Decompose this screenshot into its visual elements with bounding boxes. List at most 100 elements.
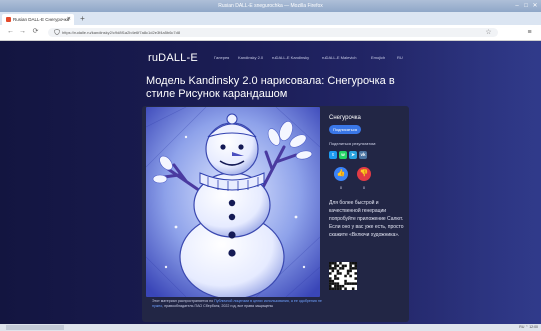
whatsapp-icon[interactable]: w [339,151,347,159]
qr-module [334,262,337,265]
qr-module [331,287,335,290]
share-label: Поделиться результатом: [329,141,377,146]
qr-module [334,287,337,290]
site-logo[interactable]: ruDALL-E [148,51,208,65]
qr-module [351,267,355,270]
window-title: Rusian DALL-E snegurochka — Mozilla Fire… [218,3,323,9]
qr-module [334,264,337,268]
qr-module [344,274,347,278]
nav-kandinsky-2[interactable]: Kandinsky 2.0 [238,54,263,62]
license-note: Этот материал распространяется по Публич… [152,299,322,325]
qr-module [331,262,335,265]
forward-button[interactable]: → [18,27,27,37]
url-text[interactable]: https://rudalle.ru/kandinsky2/c9d8f1a2b4… [62,28,482,37]
nav-emojich[interactable]: Emojich [371,54,385,62]
qr-module [344,282,347,285]
back-button[interactable]: ← [6,27,15,37]
nav-rudalle-kandinsky[interactable]: ruDALL-E Kandinsky [272,54,309,62]
page-title: Модель Kandinsky 2.0 нарисовала: Снегуро… [146,75,395,100]
menu-icon[interactable]: ≡ [525,28,534,37]
result-title: Снегурочка [329,115,361,121]
favicon-icon [6,17,11,22]
qr-module [341,264,345,268]
qr-module [341,267,345,270]
qr-module [346,269,350,273]
nav-rudalle-malevich[interactable]: ruDALL-E Malevich [322,54,356,62]
shield-icon[interactable] [54,28,60,36]
qr-module [346,272,350,275]
twitter-icon[interactable]: t [329,151,337,159]
qr-module [344,279,347,283]
qr-module [354,262,357,265]
qr-module [336,282,340,285]
os-taskbar [0,324,541,331]
qr-module [349,262,352,265]
qr-module [336,264,340,268]
telegram-icon[interactable]: ➤ [349,151,357,159]
qr-module [329,284,332,288]
subscribe-button[interactable]: Подписаться [329,125,361,134]
taskbar-item[interactable] [6,325,64,330]
qr-module [334,282,337,285]
like-button[interactable]: 👍 [334,167,348,181]
qr-module [354,277,357,280]
qr-module [339,284,342,288]
qr-pattern [329,262,357,290]
qr-module [331,282,335,285]
qr-module [354,267,357,270]
qr-module [329,272,332,275]
qr-module [334,274,337,278]
qr-module [329,267,332,270]
qr-module [329,277,332,280]
qr-module [346,282,350,285]
minimize-button[interactable]: – [513,2,521,10]
qr-module [329,262,332,265]
qr-module [336,284,340,288]
qr-module [334,284,337,288]
qr-module [349,282,352,285]
qr-module [331,267,335,270]
qr-module [349,264,352,268]
qr-module [329,287,332,290]
qr-module [336,269,340,273]
generated-image[interactable] [146,107,320,297]
qr-module [329,279,332,283]
qr-module [351,262,355,265]
qr-module [336,277,340,280]
dislike-count: 0 [362,185,366,190]
vk-icon[interactable]: vk [359,151,367,159]
qr-module [354,282,357,285]
qr-module [331,269,335,273]
qr-module [336,287,340,290]
bookmark-star-icon[interactable]: ☆ [484,28,493,37]
qr-code[interactable] [329,262,357,290]
close-tab-icon[interactable]: ✕ [67,14,71,25]
tab-label: Rusian DALL-E Снегурочка [13,17,70,22]
system-tray: RU ⌃ 12:00 [519,325,538,329]
qr-module [329,282,332,285]
nav-gallery[interactable]: Галерея [214,54,229,62]
qr-module [331,279,335,283]
new-tab-button[interactable]: + [78,14,87,24]
dislike-button[interactable]: 👎 [357,167,371,181]
qr-module [339,262,342,265]
qr-module [344,264,347,268]
qr-module [339,267,342,270]
qr-module [349,274,352,278]
qr-module [336,272,340,275]
qr-module [349,269,352,273]
qr-module [354,264,357,268]
qr-module [334,267,337,270]
close-window-button[interactable]: ✕ [531,2,539,10]
qr-module [334,277,337,280]
qr-module [344,287,347,290]
maximize-button[interactable]: □ [522,2,530,10]
browser-tab[interactable]: Rusian DALL-E Снегурочка ✕ [2,14,74,25]
qr-module [329,264,332,268]
qr-module [354,272,357,275]
qr-module [349,267,352,270]
qr-module [351,282,355,285]
nav-language[interactable]: RU [397,54,403,62]
reload-button[interactable]: ⟳ [31,27,40,37]
qr-module [351,287,355,290]
